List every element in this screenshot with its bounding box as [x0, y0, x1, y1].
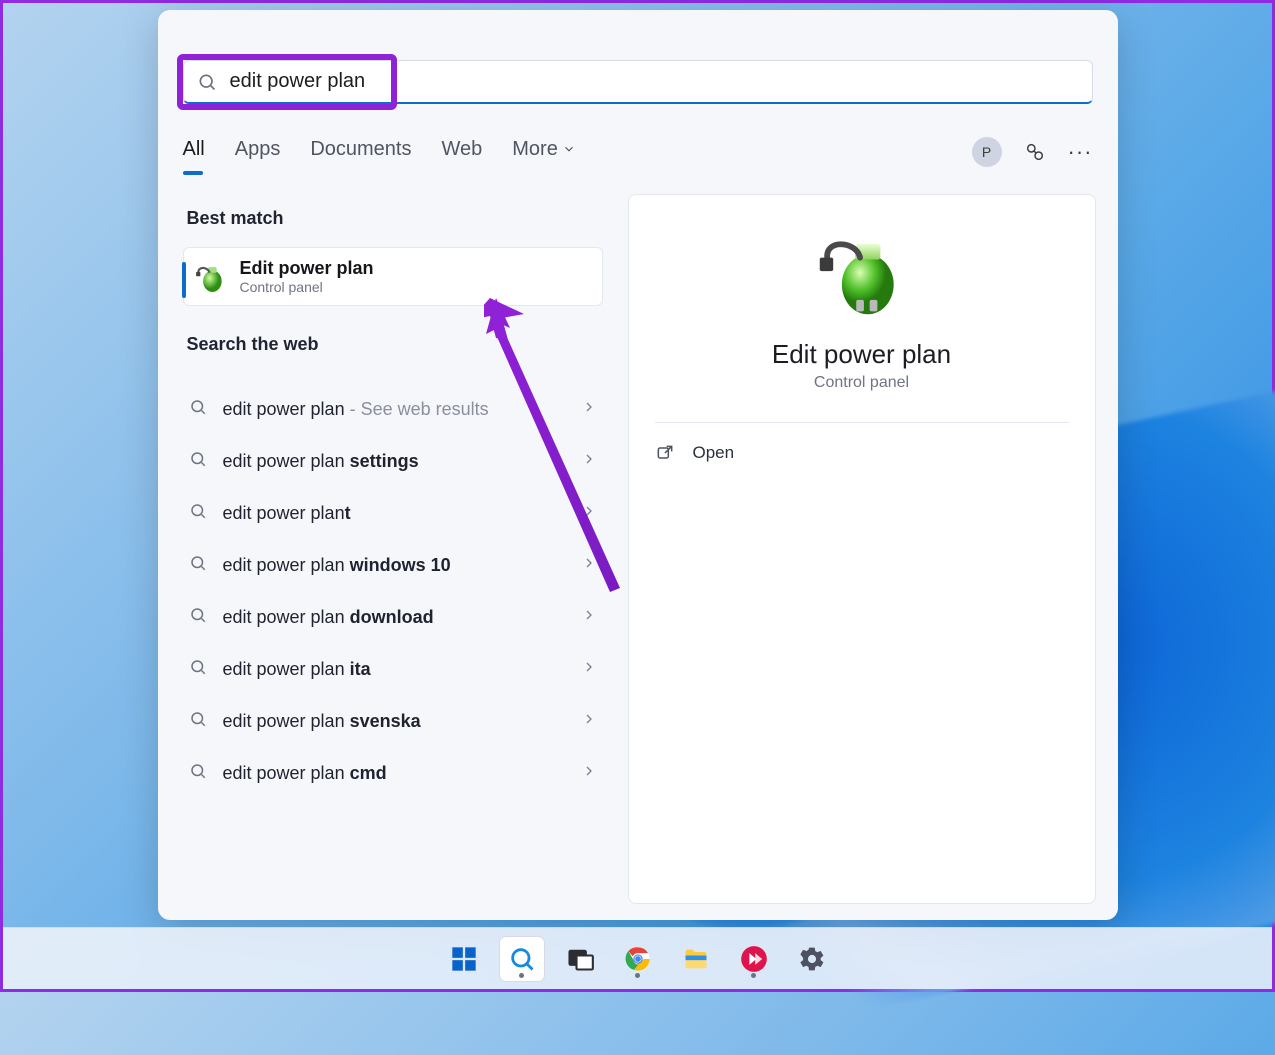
chevron-right-icon	[581, 399, 597, 420]
search-input[interactable]	[230, 70, 1092, 93]
filter-actions: P ···	[972, 137, 1093, 167]
search-icon	[189, 606, 207, 629]
tab-documents[interactable]: Documents	[310, 138, 411, 167]
chevron-right-icon	[581, 503, 597, 524]
web-result-item[interactable]: edit power plan settings	[183, 435, 603, 487]
search-icon	[189, 762, 207, 785]
taskbar	[3, 927, 1272, 989]
open-external-icon	[655, 443, 675, 463]
taskbar-active-indicator	[519, 973, 524, 978]
detail-separator	[655, 422, 1069, 423]
web-result-text: edit power plan cmd	[223, 763, 387, 784]
search-icon	[189, 450, 207, 473]
results-column: Best match Edit power plan Control panel…	[183, 200, 603, 799]
taskbar-task-view[interactable]	[558, 937, 602, 981]
tab-more-label: More	[512, 138, 558, 161]
taskbar-running-indicator	[635, 973, 640, 978]
chevron-right-icon	[581, 607, 597, 628]
chevron-down-icon	[562, 142, 576, 156]
detail-icon	[655, 225, 1069, 321]
search-icon	[189, 502, 207, 525]
filter-tabs: All Apps Documents Web More	[183, 138, 576, 167]
detail-title: Edit power plan	[655, 339, 1069, 370]
detail-subtitle: Control panel	[655, 374, 1069, 392]
web-result-text: edit power plan windows 10	[223, 555, 451, 576]
best-match-title: Edit power plan	[240, 258, 374, 279]
more-options-button[interactable]: ···	[1068, 139, 1093, 165]
chevron-right-icon	[581, 451, 597, 472]
taskbar-search[interactable]	[500, 937, 544, 981]
search-icon	[189, 658, 207, 681]
rewards-icon[interactable]	[1020, 137, 1050, 167]
web-result-text: edit power plan - See web results	[223, 399, 489, 420]
web-result-item[interactable]: edit power plan ita	[183, 643, 603, 695]
taskbar-anydesk[interactable]	[732, 937, 776, 981]
chevron-right-icon	[581, 763, 597, 784]
search-icon	[189, 554, 207, 577]
chevron-right-icon	[581, 659, 597, 680]
tab-more[interactable]: More	[512, 138, 576, 167]
chevron-right-icon	[581, 555, 597, 576]
search-box[interactable]	[183, 60, 1093, 104]
tab-web[interactable]: Web	[441, 138, 482, 167]
tab-all[interactable]: All	[183, 138, 205, 167]
taskbar-start[interactable]	[442, 937, 486, 981]
web-result-item[interactable]: edit power plan - See web results	[183, 383, 603, 435]
web-result-item[interactable]: edit power plant	[183, 487, 603, 539]
taskbar-settings[interactable]	[790, 937, 834, 981]
web-result-item[interactable]: edit power plan windows 10	[183, 539, 603, 591]
web-result-text: edit power plan svenska	[223, 711, 421, 732]
web-result-text: edit power plant	[223, 503, 351, 524]
best-match-subtitle: Control panel	[240, 279, 374, 295]
web-results-list: edit power plan - See web results edit po…	[183, 383, 603, 799]
search-icon	[184, 72, 230, 92]
taskbar-chrome[interactable]	[616, 937, 660, 981]
taskbar-running-indicator	[751, 973, 756, 978]
web-result-text: edit power plan ita	[223, 659, 371, 680]
section-best-match-title: Best match	[187, 208, 603, 229]
open-label: Open	[693, 443, 735, 463]
web-result-item[interactable]: edit power plan svenska	[183, 695, 603, 747]
taskbar-file-explorer[interactable]	[674, 937, 718, 981]
search-icon	[189, 710, 207, 733]
best-match-result[interactable]: Edit power plan Control panel	[183, 247, 603, 306]
web-result-text: edit power plan settings	[223, 451, 419, 472]
profile-avatar[interactable]: P	[972, 137, 1002, 167]
web-result-item[interactable]: edit power plan cmd	[183, 747, 603, 799]
search-panel: All Apps Documents Web More P ··· Best m…	[158, 10, 1118, 920]
power-plan-icon	[194, 260, 228, 294]
chevron-right-icon	[581, 711, 597, 732]
detail-panel: Edit power plan Control panel Open	[628, 194, 1096, 904]
search-box-container	[183, 60, 1093, 104]
search-icon	[189, 398, 207, 421]
filter-row: All Apps Documents Web More P ···	[183, 130, 1093, 174]
open-button[interactable]: Open	[655, 443, 1069, 463]
web-result-text: edit power plan download	[223, 607, 434, 628]
section-search-web-title: Search the web	[187, 334, 603, 355]
tab-apps[interactable]: Apps	[235, 138, 281, 167]
power-plan-icon-large	[814, 225, 910, 321]
web-result-item[interactable]: edit power plan download	[183, 591, 603, 643]
